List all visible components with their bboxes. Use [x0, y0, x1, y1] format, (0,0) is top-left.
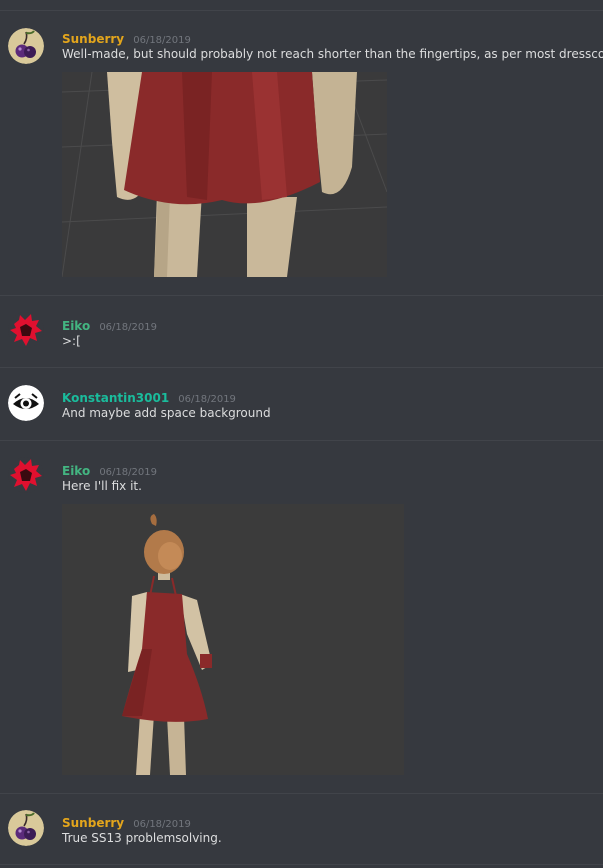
- message-text: And maybe add space background: [62, 406, 271, 420]
- message-divider: [0, 295, 603, 296]
- timestamp: 06/18/2019: [133, 35, 191, 46]
- red-splash-avatar-icon[interactable]: [8, 457, 44, 493]
- cherry-avatar-icon[interactable]: [8, 28, 44, 64]
- message-text: Well-made, but should probably not reach…: [62, 47, 603, 61]
- username[interactable]: Eiko: [62, 464, 90, 478]
- eye-avatar-icon[interactable]: [8, 385, 44, 421]
- message-divider: [0, 367, 603, 368]
- message-divider: [0, 864, 603, 865]
- timestamp: 06/18/2019: [99, 322, 157, 333]
- message-divider: [0, 440, 603, 441]
- message-divider: [0, 793, 603, 794]
- message-text: Here I'll fix it.: [62, 479, 142, 493]
- message-text: >:[: [62, 334, 81, 348]
- username[interactable]: Sunberry: [62, 816, 124, 830]
- skirt-closeup-render-image[interactable]: [62, 72, 387, 277]
- username[interactable]: Eiko: [62, 319, 90, 333]
- timestamp: 06/18/2019: [133, 819, 191, 830]
- cherry-avatar-icon[interactable]: [8, 810, 44, 846]
- message-text: True SS13 problemsolving.: [62, 831, 222, 845]
- username[interactable]: Sunberry: [62, 32, 124, 46]
- username[interactable]: Konstantin3001: [62, 391, 169, 405]
- character-full-render-image[interactable]: [62, 504, 404, 775]
- red-splash-avatar-icon[interactable]: [8, 312, 44, 348]
- message-divider: [0, 10, 603, 11]
- timestamp: 06/18/2019: [178, 394, 236, 405]
- timestamp: 06/18/2019: [99, 467, 157, 478]
